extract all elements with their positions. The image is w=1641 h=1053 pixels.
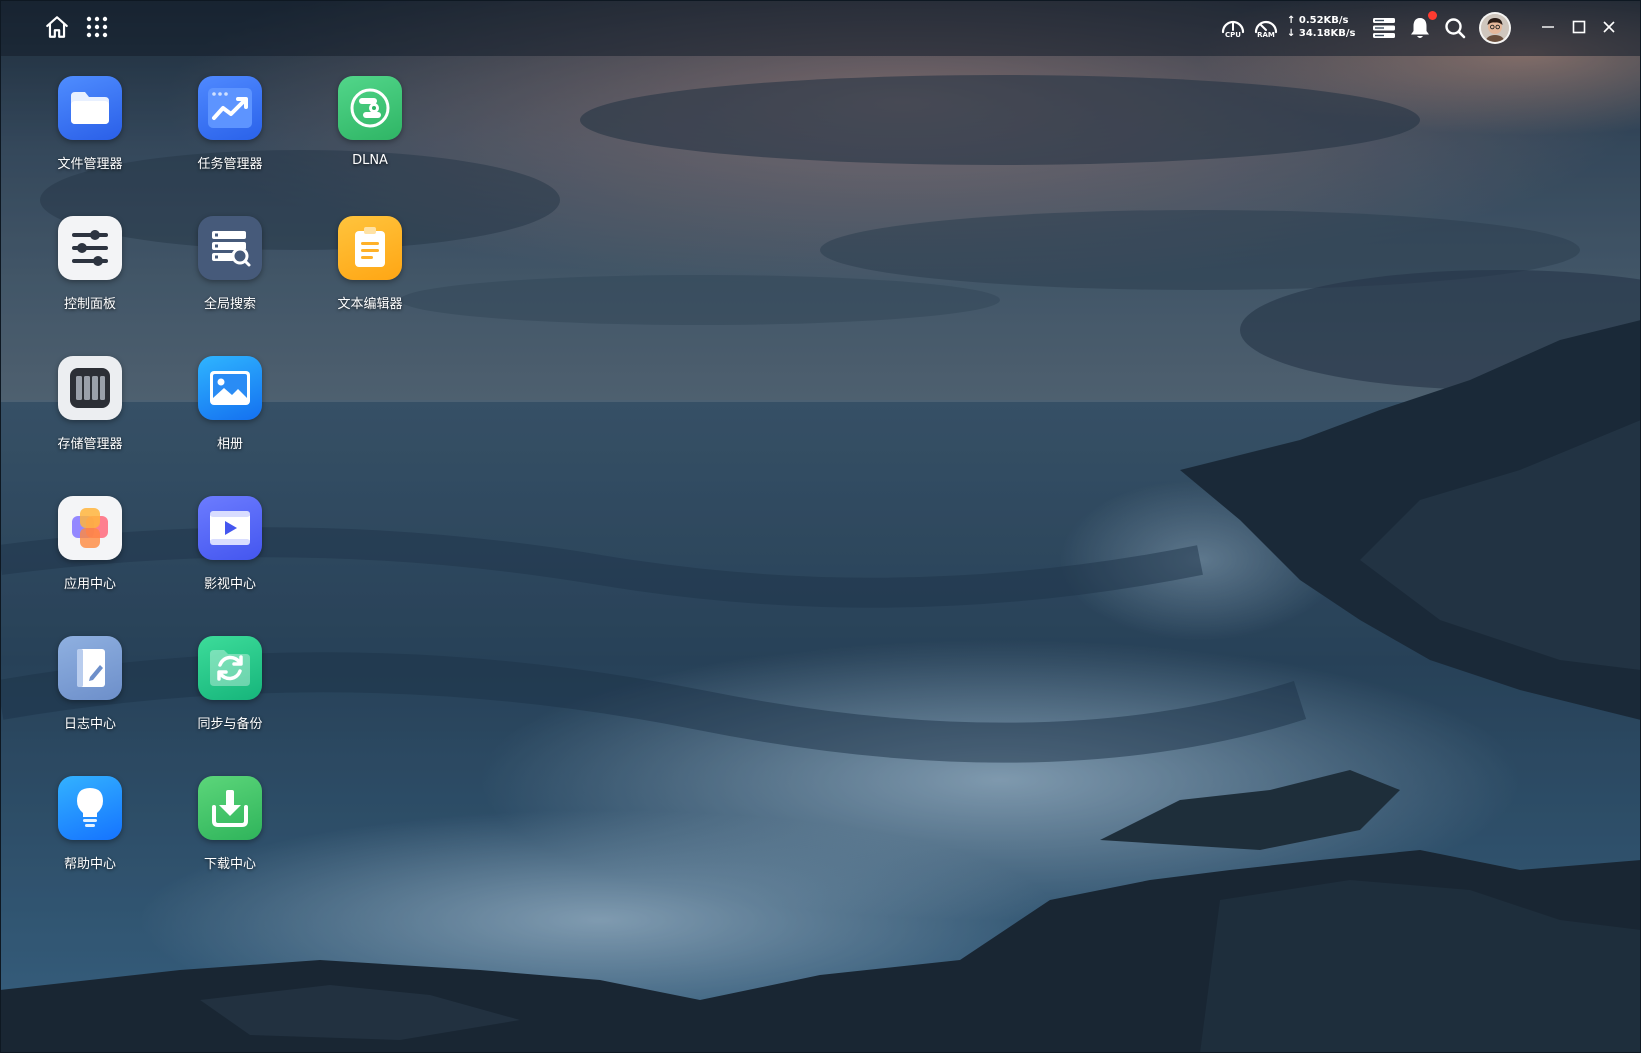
ram-label: RAM	[1257, 31, 1275, 39]
control-panel-icon	[58, 216, 122, 280]
desktop-icon-label: 下载中心	[203, 857, 256, 872]
desktop-icon-photo-album[interactable]: 相册	[170, 344, 290, 464]
ram-gauge[interactable]: RAM	[1252, 14, 1280, 42]
desktop-icon-download-center[interactable]: 下载中心	[170, 764, 290, 884]
desktop-icon-label: 影视中心	[203, 577, 256, 592]
upload-speed: ↑ 0.52KB/s	[1287, 15, 1349, 26]
desktop-icon-log-center[interactable]: 日志中心	[30, 624, 150, 744]
desktop-icon-video-center[interactable]: 影视中心	[170, 484, 290, 604]
desktop-icon-label: 文本编辑器	[337, 297, 403, 312]
sync-backup-icon	[198, 636, 262, 700]
desktop-icon-label: 存储管理器	[57, 437, 123, 452]
folder-icon	[58, 76, 122, 140]
home-icon[interactable]	[42, 12, 72, 42]
desktop-icon-label: 全局搜索	[203, 297, 256, 312]
desktop-icon-label: 控制面板	[63, 297, 116, 312]
task-manager-icon	[198, 76, 262, 140]
desktop-icon-help-center[interactable]: 帮助中心	[30, 764, 150, 884]
text-editor-icon	[338, 216, 402, 280]
desktop-icon-label: 日志中心	[63, 717, 116, 732]
desktop-icon-label: 任务管理器	[197, 157, 263, 172]
desktop-icon-label: 文件管理器	[57, 157, 123, 172]
log-center-icon	[58, 636, 122, 700]
photo-album-icon	[198, 356, 262, 420]
maximize-icon[interactable]	[1567, 13, 1591, 41]
desktop-icon-sync-backup[interactable]: 同步与备份	[170, 624, 290, 744]
desktop-icon-file-manager[interactable]: 文件管理器	[30, 64, 150, 184]
desktop-icon-label: 帮助中心	[63, 857, 116, 872]
desktop-icon-text-editor[interactable]: 文本编辑器	[310, 204, 430, 324]
desktop-icon-label: DLNA	[352, 153, 388, 168]
download-speed: ↓ 34.18KB/s	[1287, 28, 1356, 39]
download-center-icon	[198, 776, 262, 840]
dlna-icon	[338, 76, 402, 140]
cpu-label: CPU	[1225, 31, 1241, 39]
notification-badge	[1428, 11, 1437, 20]
app-center-icon	[58, 496, 122, 560]
minimize-icon[interactable]	[1536, 13, 1560, 41]
cpu-gauge[interactable]: CPU	[1219, 14, 1247, 42]
close-icon[interactable]	[1597, 13, 1621, 41]
video-center-icon	[198, 496, 262, 560]
desktop-icon-task-manager[interactable]: 任务管理器	[170, 64, 290, 184]
grid-icon[interactable]	[82, 12, 112, 42]
storage-manager-icon	[58, 356, 122, 420]
desktop-icon-label: 相册	[216, 437, 243, 452]
top-bar: CPU RAM ↑ 0.52KB/s ↓ 34.18KB/s	[0, 0, 1641, 56]
desktop-icon-control-panel[interactable]: 控制面板	[30, 204, 150, 324]
desktop-icon-label: 同步与备份	[197, 717, 263, 732]
help-center-icon	[58, 776, 122, 840]
desktop-icon-storage-manager[interactable]: 存储管理器	[30, 344, 150, 464]
avatar[interactable]	[1479, 12, 1511, 44]
desktop-icon-global-search[interactable]: 全局搜索	[170, 204, 290, 324]
desktop-icon-dlna[interactable]: DLNA	[310, 64, 430, 184]
desktop-icon-app-center[interactable]: 应用中心	[30, 484, 150, 604]
search-icon[interactable]	[1441, 14, 1469, 42]
storage-icon[interactable]	[1370, 14, 1398, 42]
desktop-icon-label: 应用中心	[63, 577, 116, 592]
network-speed[interactable]: ↑ 0.52KB/s ↓ 34.18KB/s	[1287, 14, 1355, 40]
global-search-icon	[198, 216, 262, 280]
